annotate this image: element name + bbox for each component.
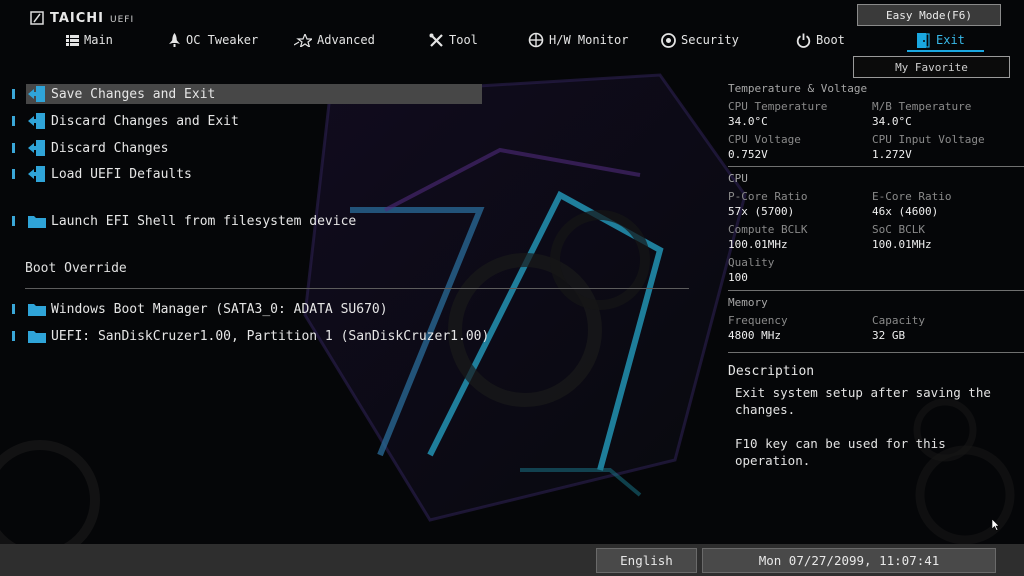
tab-exit-label: Exit bbox=[936, 33, 965, 47]
tab-tool-label: Tool bbox=[449, 33, 478, 47]
folder-icon bbox=[28, 328, 46, 344]
cpu-temp-label: CPU Temperature bbox=[728, 100, 828, 113]
tab-hw-monitor-label: H/W Monitor bbox=[549, 33, 629, 47]
compute-bclk-value: 100.01MHz bbox=[728, 238, 788, 251]
menu-item-label: Save Changes and Exit bbox=[51, 86, 216, 102]
panel-divider bbox=[728, 290, 1024, 291]
language-button[interactable]: English bbox=[596, 548, 697, 573]
item-marker bbox=[12, 331, 15, 341]
quality-label: Quality bbox=[728, 256, 775, 269]
menu-item-label: Discard Changes bbox=[51, 140, 169, 156]
tab-main-label: Main bbox=[84, 33, 113, 47]
shield-icon bbox=[661, 32, 676, 48]
mb-temp-label: M/B Temperature bbox=[872, 100, 972, 113]
quality-value: 100 bbox=[728, 271, 748, 284]
cpu-voltage-label: CPU Voltage bbox=[728, 133, 801, 146]
taichi-logo-icon bbox=[30, 11, 44, 25]
description-title: Description bbox=[728, 364, 815, 379]
tools-icon bbox=[429, 33, 443, 47]
list-icon bbox=[66, 34, 79, 46]
item-marker bbox=[12, 143, 15, 153]
exit-icon bbox=[917, 32, 930, 48]
mouse-cursor-icon bbox=[992, 519, 1000, 531]
capacity-value: 32 GB bbox=[872, 329, 906, 342]
cpu-voltage-value: 0.752V bbox=[728, 148, 768, 161]
panel-divider bbox=[728, 352, 1024, 353]
item-marker bbox=[12, 116, 15, 126]
boot-option-usb[interactable]: UEFI: SanDiskCruzer1.00, Partition 1 (Sa… bbox=[12, 326, 489, 346]
pcore-value: 57x (5700) bbox=[728, 205, 795, 218]
tab-hw-monitor[interactable]: H/W Monitor bbox=[528, 31, 628, 49]
tab-advanced[interactable]: Advanced bbox=[294, 31, 375, 49]
item-marker bbox=[12, 89, 15, 99]
temp-voltage-title: Temperature & Voltage bbox=[728, 82, 868, 95]
easy-mode-button[interactable]: Easy Mode(F6) bbox=[857, 4, 1001, 26]
cpu-temp-value: 34.0°C bbox=[728, 115, 768, 128]
boot-option-windows[interactable]: Windows Boot Manager (SATA3_0: ADATA SU6… bbox=[12, 299, 388, 319]
menu-item-label: UEFI: SanDiskCruzer1.00, Partition 1 (Sa… bbox=[51, 328, 490, 344]
menu-item-label: Load UEFI Defaults bbox=[51, 166, 192, 182]
tab-boot-label: Boot bbox=[816, 33, 845, 47]
capacity-label: Capacity bbox=[872, 314, 925, 327]
rocket-icon bbox=[169, 33, 180, 47]
pcore-label: P-Core Ratio bbox=[728, 190, 808, 203]
description-text: Exit system setup after saving the chang… bbox=[735, 385, 991, 468]
menu-item-discard[interactable]: Discard Changes bbox=[12, 138, 168, 158]
mb-temp-value: 34.0°C bbox=[872, 115, 912, 128]
compute-bclk-label: Compute BCLK bbox=[728, 223, 808, 236]
folder-icon bbox=[28, 213, 46, 229]
folder-icon bbox=[28, 301, 46, 317]
frequency-value: 4800 MHz bbox=[728, 329, 781, 342]
cpu-title: CPU bbox=[728, 172, 748, 185]
soc-bclk-label: SoC BCLK bbox=[872, 223, 925, 236]
power-icon bbox=[796, 33, 811, 48]
soc-bclk-value: 100.01MHz bbox=[872, 238, 932, 251]
tab-security-label: Security bbox=[681, 33, 739, 47]
boot-override-title: Boot Override bbox=[25, 261, 127, 276]
ecore-value: 46x (4600) bbox=[872, 205, 939, 218]
tab-main[interactable]: Main bbox=[66, 31, 113, 49]
menu-item-label: Discard Changes and Exit bbox=[51, 113, 239, 129]
menu-item-label: Launch EFI Shell from filesystem device bbox=[51, 213, 357, 229]
memory-title: Memory bbox=[728, 296, 768, 309]
active-tab-underline bbox=[907, 50, 984, 52]
my-favorite-button[interactable]: My Favorite bbox=[853, 56, 1010, 78]
exit-door-icon bbox=[28, 166, 46, 182]
item-marker bbox=[12, 304, 15, 314]
tab-exit[interactable]: Exit bbox=[917, 31, 965, 49]
menu-item-label: Windows Boot Manager (SATA3_0: ADATA SU6… bbox=[51, 301, 388, 317]
monitor-icon bbox=[528, 32, 544, 48]
datetime-display: Mon 07/27/2099, 11:07:41 bbox=[702, 548, 996, 573]
tab-advanced-label: Advanced bbox=[317, 33, 375, 47]
exit-door-icon bbox=[28, 113, 46, 129]
menu-item-discard-exit[interactable]: Discard Changes and Exit bbox=[12, 111, 239, 131]
tab-oc-tweaker[interactable]: OC Tweaker bbox=[168, 31, 258, 49]
brand-sub: UEFI bbox=[110, 15, 135, 25]
frequency-label: Frequency bbox=[728, 314, 788, 327]
brand-name: TAICHI bbox=[50, 10, 105, 26]
tab-boot[interactable]: Boot bbox=[796, 31, 845, 49]
star-icon bbox=[294, 33, 312, 47]
exit-door-icon bbox=[28, 86, 46, 102]
menu-item-efi-shell[interactable]: Launch EFI Shell from filesystem device bbox=[12, 211, 356, 231]
menu-item-save-exit[interactable]: Save Changes and Exit bbox=[12, 84, 215, 104]
item-marker bbox=[12, 169, 15, 179]
cpu-input-voltage-value: 1.272V bbox=[872, 148, 912, 161]
taichi-logo: TAICHI UEFI bbox=[30, 9, 134, 27]
panel-divider bbox=[728, 166, 1024, 167]
item-marker bbox=[12, 216, 15, 226]
tab-security[interactable]: Security bbox=[661, 31, 739, 49]
cpu-input-voltage-label: CPU Input Voltage bbox=[872, 133, 985, 146]
exit-door-icon bbox=[28, 140, 46, 156]
ecore-label: E-Core Ratio bbox=[872, 190, 952, 203]
tab-tool[interactable]: Tool bbox=[429, 31, 478, 49]
section-divider bbox=[25, 288, 689, 289]
menu-item-load-defaults[interactable]: Load UEFI Defaults bbox=[12, 164, 192, 184]
tab-oc-tweaker-label: OC Tweaker bbox=[186, 33, 259, 47]
